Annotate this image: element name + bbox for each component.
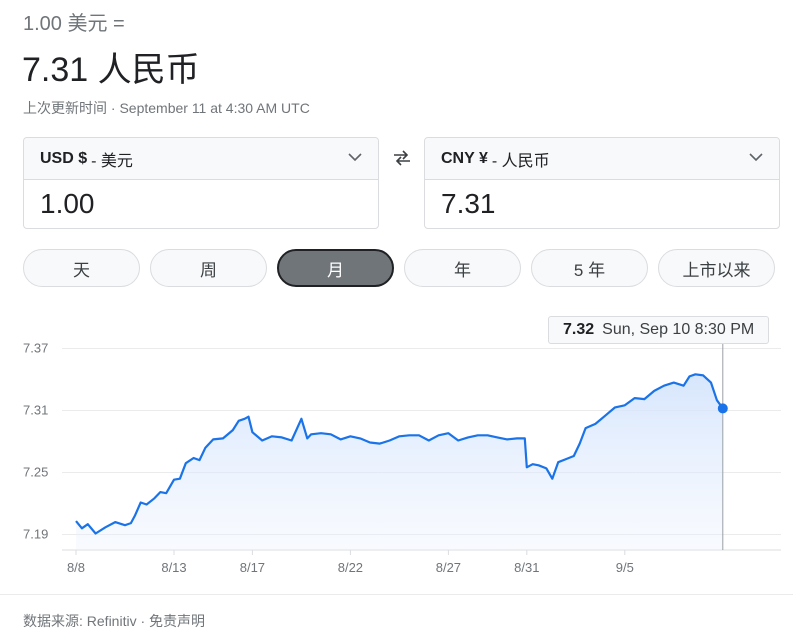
tab-day[interactable]: 天 — [23, 249, 140, 287]
x-tick-label: 8/31 — [514, 560, 539, 575]
footer: 数据来源: Refinitiv · 免责声明 — [23, 611, 205, 631]
x-tick-label: 8/27 — [436, 560, 461, 575]
time-range-tabs: 天 周 月 年 5 年 上市以来 — [23, 249, 785, 287]
conversion-result: 7.31 人民币 — [22, 51, 200, 89]
tab-year[interactable]: 年 — [404, 249, 521, 287]
y-tick-label: 7.31 — [23, 403, 48, 418]
x-tick-label: 8/13 — [161, 560, 186, 575]
base-amount-line: 1.00 美元 = — [23, 13, 125, 35]
last-updated: 上次更新时间 · September 11 at 4:30 AM UTC — [23, 100, 310, 116]
from-currency-box: USD $ - 美元 1.00 — [23, 137, 379, 229]
exchange-rate-chart[interactable]: 7.37 7.31 7.25 7.19 8/8 8/13 8/17 8/22 8/27 8/31 9… — [0, 310, 793, 580]
disclaimer-link[interactable]: 免责声明 — [149, 613, 205, 629]
chart-tooltip: 7.32 Sun, Sep 10 8:30 PM — [548, 316, 770, 344]
footer-separator: · — [136, 613, 150, 629]
to-currency-code: CNY ¥ — [441, 149, 488, 167]
current-value-point — [717, 403, 728, 414]
from-currency-code: USD $ — [40, 149, 88, 167]
chevron-down-icon — [348, 153, 362, 162]
x-tick-label: 9/5 — [616, 560, 634, 575]
tooltip-datetime: Sun, Sep 10 8:30 PM — [602, 321, 755, 338]
tab-five-years[interactable]: 5 年 — [531, 249, 648, 287]
tab-month[interactable]: 月 — [277, 249, 394, 287]
to-currency-select[interactable]: CNY ¥ - 人民币 — [425, 138, 779, 180]
tab-week[interactable]: 周 — [150, 249, 267, 287]
chevron-down-icon — [749, 153, 763, 162]
x-tick-label: 8/22 — [338, 560, 363, 575]
swap-icon[interactable] — [392, 148, 412, 168]
to-currency-box: CNY ¥ - 人民币 7.31 — [424, 137, 780, 229]
tooltip-value: 7.32 — [563, 321, 595, 338]
to-amount-input[interactable]: 7.31 — [425, 180, 779, 228]
x-tick-label: 8/17 — [240, 560, 265, 575]
tab-max[interactable]: 上市以来 — [658, 249, 775, 287]
y-tick-label: 7.19 — [23, 527, 48, 542]
footer-divider — [0, 594, 793, 595]
to-currency-name: - 人民币 — [491, 152, 550, 170]
y-tick-label: 7.25 — [23, 465, 48, 480]
series-area-fill — [76, 374, 723, 550]
data-source-label: 数据来源: Refinitiv — [23, 613, 137, 629]
y-tick-label: 7.37 — [23, 341, 48, 356]
x-tick-label: 8/8 — [67, 560, 85, 575]
from-currency-name: - 美元 — [91, 152, 133, 170]
from-amount-input[interactable]: 1.00 — [24, 180, 378, 228]
from-currency-select[interactable]: USD $ - 美元 — [24, 138, 378, 180]
